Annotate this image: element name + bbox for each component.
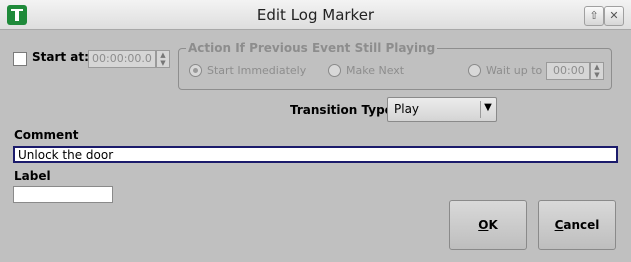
comment-input[interactable] (13, 146, 618, 163)
transition-type-value: Play (394, 102, 420, 116)
wait-time-stepper[interactable]: ▲ ▼ (590, 62, 604, 80)
cancel-button[interactable]: Cancel (538, 200, 616, 250)
start-time-field[interactable]: 00:00:00.0 (88, 50, 156, 68)
wait-time-value: 00:00 (553, 64, 585, 77)
chevron-up-icon[interactable]: ▲ (157, 51, 169, 59)
ok-button[interactable]: OK (449, 200, 527, 250)
label-field-label: Label (14, 169, 51, 183)
label-input[interactable] (13, 186, 113, 203)
comment-label: Comment (14, 128, 79, 142)
title-bar[interactable]: Edit Log Marker ⇧ ✕ (0, 0, 631, 30)
start-at-checkbox[interactable] (13, 52, 27, 66)
dialog-body: Start at: 00:00:00.0 ▲ ▼ Action If Previ… (0, 30, 631, 262)
start-time-stepper[interactable]: ▲ ▼ (156, 50, 170, 68)
window-title: Edit Log Marker (256, 6, 375, 24)
transition-type-select[interactable]: Play ▼ (387, 97, 497, 122)
previous-event-group-title: Action If Previous Event Still Playing (186, 41, 438, 55)
radio-start-immediately[interactable] (189, 64, 202, 77)
chevron-up-icon[interactable]: ▲ (591, 63, 603, 71)
radio-make-next-label: Make Next (346, 64, 405, 77)
radio-start-immediately-label: Start Immediately (207, 64, 307, 77)
wait-time-field[interactable]: 00:00 (546, 62, 590, 80)
maximize-icon[interactable]: ⇧ (584, 6, 604, 26)
transition-type-label: Transition Type: (290, 103, 398, 117)
radio-wait-up-to-label: Wait up to (486, 64, 543, 77)
start-time-value: 00:00:00.0 (92, 52, 152, 65)
chevron-down-icon[interactable]: ▼ (482, 102, 494, 113)
start-at-label: Start at: (32, 50, 89, 64)
radio-wait-up-to[interactable] (468, 64, 481, 77)
close-icon[interactable]: ✕ (604, 6, 624, 26)
chevron-down-icon[interactable]: ▼ (157, 59, 169, 67)
chevron-down-icon[interactable]: ▼ (591, 71, 603, 79)
radio-make-next[interactable] (328, 64, 341, 77)
